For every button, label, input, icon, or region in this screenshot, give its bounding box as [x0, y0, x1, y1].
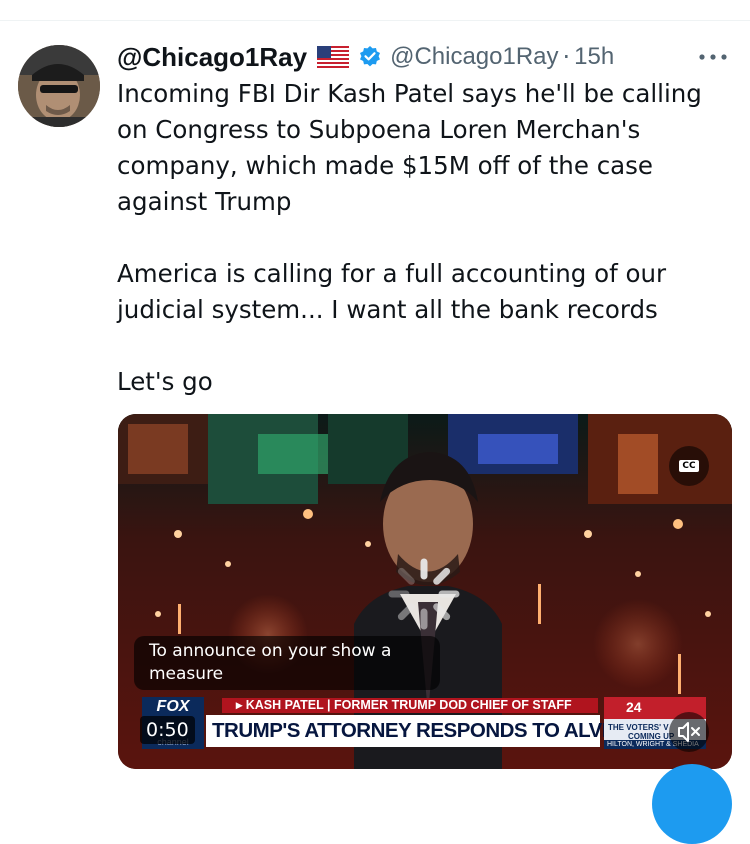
compose-button[interactable] — [652, 764, 732, 844]
timestamp-link[interactable]: 15h — [574, 43, 614, 71]
verified-badge-icon[interactable] — [358, 45, 382, 69]
promo-line: THE VOTERS' V — [608, 723, 669, 732]
text-line: judicial system... I want all the bank r… — [117, 295, 658, 324]
avatar[interactable] — [18, 45, 100, 127]
tweet-text: Incoming FBI Dir Kash Patel says he'll b… — [117, 76, 737, 400]
caption-line: measure — [149, 664, 224, 684]
more-options-icon[interactable] — [696, 48, 730, 66]
top-divider — [0, 20, 750, 21]
text-line: Incoming FBI Dir Kash Patel says he'll b… — [117, 79, 702, 108]
text-line: America is calling for a full accounting… — [117, 259, 667, 288]
caption-line: To announce on your show a — [149, 641, 392, 661]
us-flag-icon — [317, 46, 350, 68]
closed-captions-button[interactable]: CC — [669, 446, 709, 486]
text-line: Let's go — [117, 367, 213, 396]
handle[interactable]: @Chicago1Ray — [390, 43, 558, 71]
avatar-image — [18, 45, 100, 127]
tweet-header: @Chicago1Ray @Chicago1Ray · 15h — [117, 40, 614, 74]
headline-strip: TRUMP'S ATTORNEY RESPONDS TO ALVIN BRAGG — [206, 715, 701, 747]
display-name[interactable]: @Chicago1Ray — [117, 42, 307, 73]
network-logo-text: FOX — [156, 698, 190, 715]
name-strip: ▸ KASH PATEL | FORMER TRUMP DOD CHIEF OF… — [222, 698, 598, 713]
video-caption: To announce on your show a measure — [134, 636, 440, 690]
news-lower-third: FOX channel ▸ KASH PATEL | FORMER TRUMP … — [118, 695, 732, 753]
promo-text: THE VOTERS' V COMING UP — [608, 723, 674, 741]
video-timestamp: 0:50 — [140, 716, 195, 744]
loading-spinner-icon — [386, 556, 462, 632]
text-line: on Congress to Subpoena Loren Merchan's — [117, 115, 641, 144]
text-line: company, which made $15M off of the case — [117, 151, 654, 180]
promo-year: 24 — [626, 699, 642, 715]
speaker-muted-icon — [678, 722, 700, 742]
cc-label: CC — [679, 460, 699, 472]
video-player[interactable]: CC To announce on your show a measure FO… — [118, 414, 732, 769]
separator-dot: · — [562, 43, 571, 71]
mute-button[interactable] — [669, 712, 709, 752]
text-line: against Trump — [117, 187, 292, 216]
